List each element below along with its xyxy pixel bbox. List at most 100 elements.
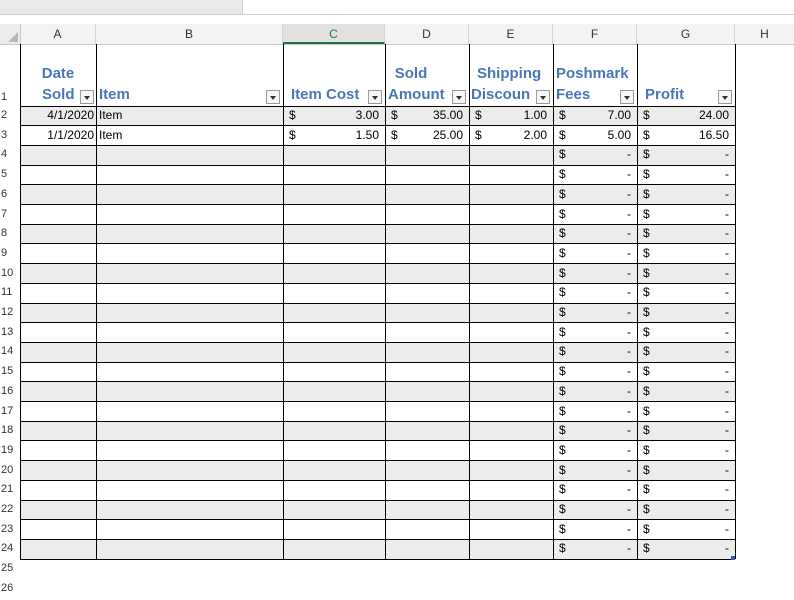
column-header-g[interactable]: G — [637, 24, 735, 44]
row-header-13[interactable]: 13 — [0, 323, 20, 343]
row-header-11[interactable]: 11 — [0, 283, 20, 303]
cell-profit[interactable]: - — [637, 303, 729, 323]
cell-poshmark-fees[interactable]: - — [553, 382, 631, 402]
cell-profit[interactable]: - — [637, 224, 729, 244]
row-header-19[interactable]: 19 — [0, 441, 20, 461]
cell-profit[interactable]: - — [637, 165, 729, 185]
column-header-d[interactable]: D — [385, 24, 469, 44]
row-header-9[interactable]: 9 — [0, 244, 20, 264]
cell-poshmark-fees[interactable]: - — [553, 441, 631, 461]
cell-profit[interactable]: - — [637, 185, 729, 205]
cell-item[interactable]: Item — [99, 106, 279, 126]
table-resize-handle[interactable] — [731, 556, 735, 560]
cell-poshmark-fees[interactable]: - — [553, 205, 631, 225]
cell-item-cost[interactable]: 1.50 — [283, 126, 379, 146]
cell-profit[interactable]: - — [637, 323, 729, 343]
cell-date-sold[interactable]: 1/1/2020 — [20, 126, 94, 146]
header-poshmark-fees[interactable]: Poshmark Fees — [553, 64, 637, 106]
cell-shipping-discount[interactable]: 1.00 — [469, 106, 547, 126]
cell-poshmark-fees[interactable]: - — [553, 539, 631, 559]
header-item-cost[interactable]: Item Cost — [283, 64, 385, 106]
cell-profit[interactable]: - — [637, 480, 729, 500]
row-header-14[interactable]: 14 — [0, 342, 20, 362]
row-header-26[interactable]: 26 — [0, 579, 20, 599]
cell-poshmark-fees[interactable]: - — [553, 461, 631, 481]
cell-date-sold[interactable]: 4/1/2020 — [20, 106, 94, 126]
row-header-10[interactable]: 10 — [0, 264, 20, 284]
row-header-22[interactable]: 22 — [0, 500, 20, 520]
header-item[interactable]: Item — [96, 64, 283, 106]
row-header-3[interactable]: 3 — [0, 126, 20, 146]
cell-profit[interactable]: - — [637, 441, 729, 461]
filter-dropdown-icon[interactable] — [718, 90, 732, 104]
cell-poshmark-fees[interactable]: - — [553, 323, 631, 343]
cell-sold-amount[interactable]: 35.00 — [385, 106, 463, 126]
cell-profit[interactable]: 24.00 — [637, 106, 729, 126]
filter-dropdown-icon[interactable] — [620, 90, 634, 104]
row-header-25[interactable]: 25 — [0, 559, 20, 579]
cell-profit[interactable]: - — [637, 421, 729, 441]
cell-poshmark-fees[interactable]: - — [553, 500, 631, 520]
cell-poshmark-fees[interactable]: - — [553, 264, 631, 284]
filter-dropdown-icon[interactable] — [368, 90, 382, 104]
cell-profit[interactable]: - — [637, 461, 729, 481]
column-header-b[interactable]: B — [96, 24, 283, 44]
row-header-4[interactable]: 4 — [0, 145, 20, 165]
cell-profit[interactable]: - — [637, 145, 729, 165]
cell-poshmark-fees[interactable]: - — [553, 244, 631, 264]
cell-poshmark-fees[interactable]: - — [553, 303, 631, 323]
cell-profit[interactable]: - — [637, 205, 729, 225]
filter-dropdown-icon[interactable] — [266, 90, 280, 104]
row-header-2[interactable]: 2 — [0, 106, 20, 126]
column-header-f[interactable]: F — [553, 24, 637, 44]
row-header-8[interactable]: 8 — [0, 224, 20, 244]
cell-profit[interactable]: - — [637, 520, 729, 540]
header-profit[interactable]: Profit — [637, 64, 735, 106]
column-header-a[interactable]: A — [20, 24, 96, 44]
cell-poshmark-fees[interactable]: - — [553, 362, 631, 382]
row-header-20[interactable]: 20 — [0, 461, 20, 481]
row-header-21[interactable]: 21 — [0, 480, 20, 500]
row-header-12[interactable]: 12 — [0, 303, 20, 323]
cell-profit[interactable]: - — [637, 264, 729, 284]
cell-profit[interactable]: - — [637, 539, 729, 559]
row-header-6[interactable]: 6 — [0, 185, 20, 205]
cell-profit[interactable]: - — [637, 244, 729, 264]
row-header-5[interactable]: 5 — [0, 165, 20, 185]
cell-profit[interactable]: - — [637, 342, 729, 362]
column-header-h[interactable]: H — [735, 24, 794, 44]
row-header-17[interactable]: 17 — [0, 402, 20, 422]
cell-poshmark-fees[interactable]: - — [553, 283, 631, 303]
row-header-24[interactable]: 24 — [0, 539, 20, 559]
cell-profit[interactable]: - — [637, 362, 729, 382]
column-header-e[interactable]: E — [469, 24, 553, 44]
cell-poshmark-fees[interactable]: - — [553, 145, 631, 165]
header-shipping-discount[interactable]: Shipping Discoun — [469, 64, 553, 106]
cell-profit[interactable]: - — [637, 382, 729, 402]
cell-item[interactable]: Item — [99, 126, 279, 146]
cell-sold-amount[interactable]: 25.00 — [385, 126, 463, 146]
formula-bar[interactable] — [243, 0, 794, 15]
cell-profit[interactable]: 16.50 — [637, 126, 729, 146]
row-header-1[interactable]: 1 — [0, 44, 20, 106]
row-header-18[interactable]: 18 — [0, 421, 20, 441]
cell-profit[interactable]: - — [637, 283, 729, 303]
row-header-15[interactable]: 15 — [0, 362, 20, 382]
cell-shipping-discount[interactable]: 2.00 — [469, 126, 547, 146]
cell-poshmark-fees[interactable]: - — [553, 165, 631, 185]
name-box[interactable] — [0, 0, 243, 15]
filter-dropdown-icon[interactable] — [80, 90, 94, 104]
header-date-sold[interactable]: Date Sold — [20, 64, 96, 106]
cell-profit[interactable]: - — [637, 402, 729, 422]
cell-poshmark-fees[interactable]: - — [553, 480, 631, 500]
cell-poshmark-fees[interactable]: - — [553, 185, 631, 205]
cell-poshmark-fees[interactable]: - — [553, 342, 631, 362]
select-all-button[interactable] — [0, 24, 21, 44]
row-header-23[interactable]: 23 — [0, 520, 20, 540]
cell-poshmark-fees[interactable]: 7.00 — [553, 106, 631, 126]
cell-item-cost[interactable]: 3.00 — [283, 106, 379, 126]
row-header-16[interactable]: 16 — [0, 382, 20, 402]
filter-dropdown-icon[interactable] — [452, 90, 466, 104]
header-sold-amount[interactable]: Sold Amount — [385, 64, 469, 106]
cell-poshmark-fees[interactable]: - — [553, 421, 631, 441]
